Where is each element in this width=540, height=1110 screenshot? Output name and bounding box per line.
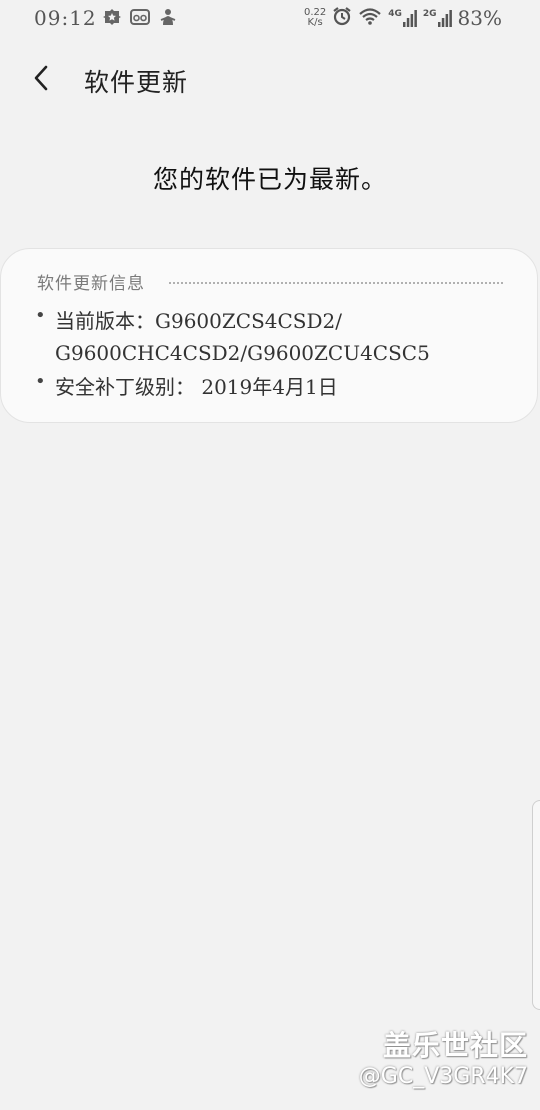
back-button[interactable] — [24, 60, 60, 100]
status-indicators: 0.22 K/s 4G 2G 83% — [304, 6, 502, 30]
watermark-brand: 盖乐世社区 — [382, 1029, 528, 1062]
security-patch-level: 安全补丁级别： 2019年4月1日 — [55, 375, 338, 399]
section-title: 软件更新信息 — [37, 274, 145, 294]
star-badge-icon — [103, 8, 121, 30]
alarm-icon — [332, 6, 352, 30]
bullet-icon: • — [35, 305, 46, 326]
current-version-line-1: 当前版本：G9600ZCS4CSD2/ — [55, 309, 343, 333]
watermark-user: @GC_V3GR4K7 — [358, 1064, 528, 1089]
network-speed-unit: K/s — [307, 17, 323, 28]
chevron-left-icon — [32, 64, 52, 96]
page-title: 软件更新 — [84, 68, 189, 97]
battery-level: 83% — [457, 6, 502, 30]
dotted-divider — [169, 281, 503, 284]
notification-icons — [103, 8, 177, 30]
status-bar: 09:12 0.22 K/s 4G 2G 83% — [0, 0, 540, 38]
current-version-line-2: G9600CHC4CSD2/G9600ZCU4CSC5 — [55, 341, 430, 365]
update-status-message: 您的软件已为最新。 — [152, 165, 387, 194]
wifi-icon — [358, 6, 382, 30]
card-header: 软件更新信息 — [37, 269, 503, 294]
signal-icon-2: 2G — [423, 9, 452, 27]
bullet-icon: • — [35, 371, 46, 392]
status-time: 09:12 — [34, 6, 97, 30]
glasses-icon — [130, 8, 150, 30]
figure-icon — [159, 8, 177, 30]
update-info-card: 软件更新信息 • 当前版本：G9600ZCS4CSD2/ G9600CHC4CS… — [0, 248, 538, 423]
network-speed: 0.22 K/s — [304, 8, 326, 28]
app-bar: 软件更新 — [0, 52, 540, 108]
network-type-2: 2G — [422, 9, 437, 19]
current-version-row: • 当前版本：G9600ZCS4CSD2/ G9600CHC4CSD2/G960… — [35, 305, 430, 369]
signal-icon-1: 4G — [388, 9, 417, 27]
edge-panel-handle[interactable] — [532, 800, 540, 1010]
network-type-1: 4G — [388, 9, 402, 19]
security-patch-row: • 安全补丁级别： 2019年4月1日 — [35, 371, 338, 403]
